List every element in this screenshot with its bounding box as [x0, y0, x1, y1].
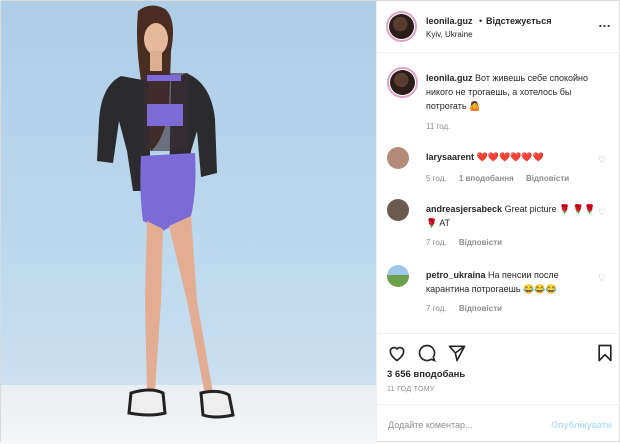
model-figure: [97, 5, 235, 419]
comment-icon[interactable]: [417, 343, 437, 363]
commenter-avatar[interactable]: [387, 147, 409, 169]
comments-list: leonila.guz Вот живешь себе спокойно ник…: [377, 53, 620, 333]
comment-meta: 7 год. Відповісти: [426, 304, 502, 313]
reply-button[interactable]: Відповісти: [459, 238, 502, 247]
caption-time[interactable]: 11 год.: [426, 122, 450, 131]
posted-time[interactable]: 11 ГОД ТОМУ: [387, 386, 435, 393]
comment-text: ❤️❤️❤️❤️❤️❤️: [476, 152, 544, 162]
reply-button[interactable]: Відповісти: [459, 304, 502, 313]
comment-time[interactable]: 5 год.: [426, 174, 447, 183]
comment-time[interactable]: 7 год.: [426, 238, 447, 247]
more-options-icon[interactable]: …: [598, 15, 612, 30]
comment-meta: 5 год. 1 вподобання Відповісти: [426, 174, 569, 183]
likes-count[interactable]: 3 656 вподобань: [387, 369, 465, 380]
add-comment-input[interactable]: Додайте коментар...: [388, 420, 473, 430]
commenter-avatar[interactable]: [387, 199, 409, 221]
comment-time[interactable]: 7 год.: [426, 304, 447, 313]
comment-username[interactable]: andreasjersabeck: [426, 204, 502, 214]
comment-like-icon[interactable]: ♡: [598, 208, 607, 217]
post-photo[interactable]: [1, 1, 376, 443]
reply-button[interactable]: Відповісти: [526, 174, 569, 183]
post-side-panel: leonila.guz • Відстежується Kyiv, Ukrain…: [376, 1, 620, 443]
comment-username[interactable]: larysaarent: [426, 152, 474, 162]
instagram-post: leonila.guz • Відстежується Kyiv, Ukrain…: [0, 0, 620, 443]
add-comment-bar: Додайте коментар... Опублікувати: [377, 404, 620, 444]
heart-icon[interactable]: [387, 343, 407, 363]
comment-username[interactable]: petro_ukraina: [426, 270, 486, 280]
publish-button[interactable]: Опублікувати: [551, 420, 612, 430]
comment-like-icon[interactable]: ♡: [598, 156, 607, 165]
comment-meta: 7 год. Відповісти: [426, 238, 502, 247]
location-link[interactable]: Kyiv, Ukraine: [426, 30, 473, 39]
caption-avatar[interactable]: [387, 67, 418, 98]
comment-likes[interactable]: 1 вподобання: [459, 174, 514, 183]
post-actions: 3 656 вподобань 11 ГОД ТОМУ Додайте коме…: [377, 333, 620, 443]
commenter-avatar[interactable]: [387, 265, 409, 287]
post-header: leonila.guz • Відстежується Kyiv, Ukrain…: [377, 1, 620, 53]
follow-status-button[interactable]: Відстежується: [486, 16, 551, 26]
comment-like-icon[interactable]: ♡: [598, 274, 607, 283]
author-username[interactable]: leonila.guz: [426, 16, 473, 26]
share-icon[interactable]: [447, 343, 467, 363]
bookmark-icon[interactable]: [595, 343, 615, 363]
author-avatar[interactable]: [386, 11, 417, 42]
caption-username[interactable]: leonila.guz: [426, 73, 473, 83]
separator-dot: •: [479, 16, 483, 26]
